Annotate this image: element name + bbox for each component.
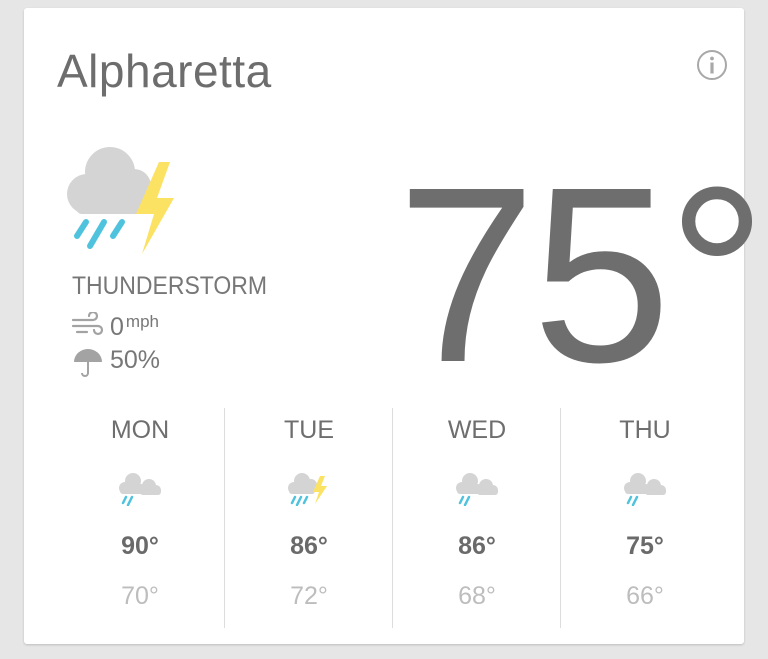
forecast-low: 68° [458,582,496,610]
wind-speed: 0 mph [110,312,159,342]
forecast-low: 66° [626,582,664,610]
rain-icon [621,470,669,507]
thunderstorm-icon [62,144,182,262]
precipitation-value: 50% [110,346,161,374]
forecast-day: MON 90° 70° [56,408,224,628]
city-name: Alpharetta [57,45,272,97]
wind-icon [71,310,105,338]
thunderstorm-icon [285,470,333,507]
current-temperature: 75° [397,135,767,414]
forecast-day-name: THU [619,416,671,444]
weather-card: Alpharetta THUNDERSTORM 0 mph 50% 75° MO… [24,8,767,644]
forecast-high: 75° [626,532,664,560]
umbrella-icon [72,346,104,378]
rain-icon [453,470,501,507]
info-icon[interactable] [696,49,728,81]
forecast-day-name: TUE [284,416,334,444]
forecast-day: THU 75° 66° [560,408,729,628]
wind-speed-value: 0 [110,313,124,341]
forecast-low: 70° [121,582,159,610]
forecast-high: 86° [290,532,328,560]
forecast-low: 72° [290,582,328,610]
forecast-day-name: WED [447,416,507,444]
forecast-day: TUE 86° 72° [224,408,393,628]
condition-label: THUNDERSTORM [72,272,268,300]
forecast-high: 90° [121,532,159,560]
wind-speed-unit: mph [125,312,159,331]
rain-icon [116,470,164,507]
forecast-day-name: MON [110,416,170,444]
forecast-day: WED 86° 68° [392,408,561,628]
forecast-high: 86° [458,532,496,560]
